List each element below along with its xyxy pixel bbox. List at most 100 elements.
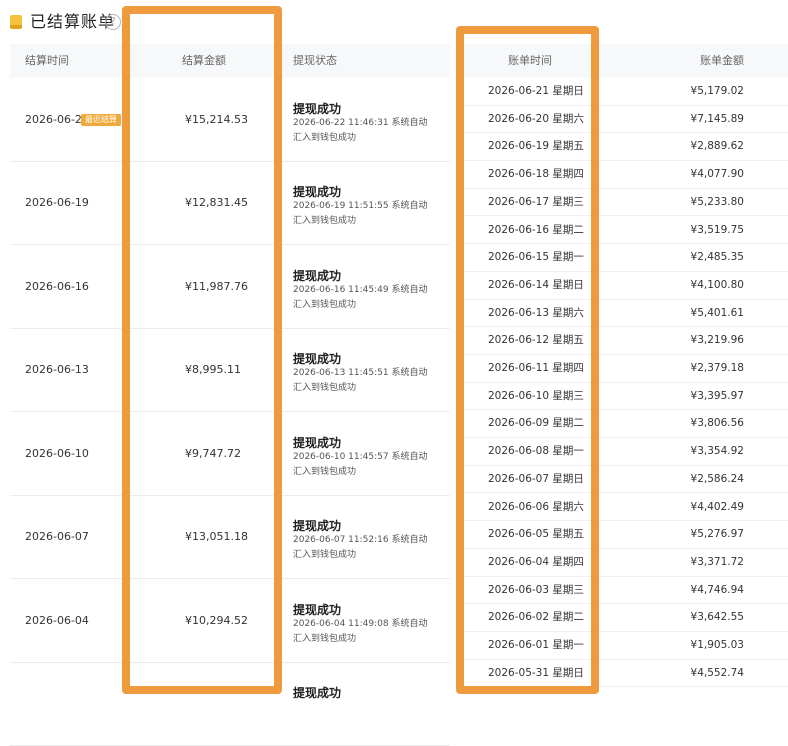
withdraw-status-title: 提现成功 [293, 100, 341, 117]
bill-amount: ¥4,746.94 [691, 577, 744, 604]
bill-date: 2026-06-13 星期六 [488, 300, 584, 327]
table-row: 2026-06-07 星期日 ¥2,586.24 [456, 466, 788, 494]
page-title: 已结算账单 [30, 10, 115, 34]
bill-amount: ¥4,077.90 [691, 161, 744, 188]
settlement-amount: ¥12,831.45 [185, 196, 248, 209]
table-row: 2026-06-03 星期三 ¥4,746.94 [456, 577, 788, 605]
bill-amount: ¥2,586.24 [691, 466, 744, 493]
bill-date: 2026-06-08 星期一 [488, 438, 584, 465]
table-row: 2026-06-10¥9,747.72提现成功2026-06-10 11:45:… [10, 412, 450, 496]
bill-date: 2026-06-06 星期六 [488, 494, 584, 521]
withdraw-status-detail: 2026-06-07 11:52:16 系统自动汇入到钱包成功 [293, 533, 433, 563]
bill-date: 2026-06-09 星期二 [488, 410, 584, 437]
withdraw-status-detail: 2026-06-16 11:45:49 系统自动汇入到钱包成功 [293, 283, 433, 313]
table-row: 2026-06-21 星期日 ¥5,179.02 [456, 78, 788, 106]
bill-date: 2026-06-12 星期五 [488, 327, 584, 354]
bill-date: 2026-06-18 星期四 [488, 161, 584, 188]
bill-amount: ¥3,371.72 [691, 549, 744, 576]
settlement-table-header: 结算时间 结算金额 提现状态 [10, 44, 450, 78]
settlement-date: 2026-06-16 [25, 280, 89, 293]
settlement-amount: ¥11,987.76 [185, 280, 248, 293]
bill-amount: ¥5,233.80 [691, 189, 744, 216]
bill-amount: ¥4,552.74 [691, 660, 744, 687]
bill-icon [10, 15, 22, 29]
table-row: 提现成功 [10, 663, 450, 746]
column-header-bill-time[interactable]: 账单时间 [508, 44, 552, 78]
latest-settlement-badge: 最近结算 [81, 114, 121, 126]
column-header-settlement-time[interactable]: 结算时间 [25, 44, 69, 78]
bill-date: 2026-06-20 星期六 [488, 106, 584, 133]
table-row: 2026-06-09 星期二 ¥3,806.56 [456, 410, 788, 438]
bill-table: 账单时间 账单金额 2026-06-21 星期日¥5,179.022026-06… [456, 44, 788, 696]
withdraw-status-title: 提现成功 [293, 517, 341, 534]
settlement-table: 结算时间 结算金额 提现状态 2026-06-22最近结算¥15,214.53提… [10, 44, 450, 696]
table-row: 2026-06-12 星期五 ¥3,219.96 [456, 327, 788, 355]
bill-amount: ¥3,354.92 [691, 438, 744, 465]
bill-date: 2026-06-03 星期三 [488, 577, 584, 604]
table-row: 2026-06-13 星期六 ¥5,401.61 [456, 300, 788, 328]
bill-amount: ¥5,276.97 [691, 521, 744, 548]
table-row: 2026-06-19 星期五 ¥2,889.62 [456, 133, 788, 161]
table-row: 2026-06-04 星期四 ¥3,371.72 [456, 549, 788, 577]
bill-date: 2026-06-01 星期一 [488, 632, 584, 659]
table-row: 2026-06-17 星期三 ¥5,233.80 [456, 189, 788, 217]
column-header-withdraw-status[interactable]: 提现状态 [293, 44, 337, 78]
bill-amount: ¥3,642.55 [691, 604, 744, 631]
table-row: 2026-06-20 星期六 ¥7,145.89 [456, 106, 788, 134]
table-row: 2026-06-16 星期二¥3,519.75 [456, 217, 788, 245]
table-row: 2026-06-14 星期日 ¥4,100.80 [456, 272, 788, 300]
bill-amount: ¥4,402.49 [691, 494, 744, 521]
settlement-date: 2026-06-07 [25, 530, 89, 543]
column-header-settlement-amount[interactable]: 结算金额 [182, 44, 226, 78]
bill-date: 2026-06-21 星期日 [488, 78, 584, 105]
settlement-date: 2026-06-13 [25, 363, 89, 376]
table-row: 2026-06-19¥12,831.45提现成功2026-06-19 11:51… [10, 162, 450, 246]
bill-amount: ¥3,395.97 [691, 383, 744, 410]
table-row: 2026-06-02 星期二 ¥3,642.55 [456, 604, 788, 632]
bill-amount: ¥5,179.02 [691, 78, 744, 105]
table-row: 2026-06-18 星期四 ¥4,077.90 [456, 161, 788, 189]
withdraw-status-title: 提现成功 [293, 183, 341, 200]
bill-date: 2026-06-14 星期日 [488, 272, 584, 299]
bill-date: 2026-06-11 星期四 [488, 355, 584, 382]
table-row: 2026-06-06 星期六 ¥4,402.49 [456, 494, 788, 522]
bill-amount: ¥3,219.96 [691, 327, 744, 354]
table-row: 2026-06-11 星期四¥2,379.18 [456, 355, 788, 383]
withdraw-status-detail: 2026-06-22 11:46:31 系统自动汇入到钱包成功 [293, 116, 433, 146]
bill-amount: ¥1,905.03 [691, 632, 744, 659]
page-header: 已结算账单 ? [0, 0, 788, 44]
table-row: 2026-06-16¥11,987.76提现成功2026-06-16 11:45… [10, 245, 450, 329]
table-row: 2026-06-01 星期一 ¥1,905.03 [456, 632, 788, 660]
bill-date: 2026-06-10 星期三 [488, 383, 584, 410]
bill-amount: ¥2,485.35 [691, 244, 744, 271]
help-icon[interactable]: ? [105, 14, 121, 30]
bill-date: 2026-06-17 星期三 [488, 189, 584, 216]
settlement-date: 2026-06-19 [25, 196, 89, 209]
table-row: 2026-06-05 星期五¥5,276.97 [456, 521, 788, 549]
settlement-date: 2026-06-04 [25, 614, 89, 627]
withdraw-status-detail: 2026-06-04 11:49:08 系统自动汇入到钱包成功 [293, 617, 433, 647]
bill-date: 2026-06-02 星期二 [488, 604, 584, 631]
bill-amount: ¥2,889.62 [691, 133, 744, 160]
bill-amount: ¥5,401.61 [691, 300, 744, 327]
bill-amount: ¥7,145.89 [691, 106, 744, 133]
table-row: 2026-06-10 星期三 ¥3,395.97 [456, 383, 788, 411]
withdraw-status-title: 提现成功 [293, 434, 341, 451]
bill-date: 2026-06-19 星期五 [488, 133, 584, 160]
withdraw-status-title: 提现成功 [293, 684, 341, 701]
bill-date: 2026-05-31 星期日 [488, 660, 584, 687]
table-row: 2026-06-08 星期一 ¥3,354.92 [456, 438, 788, 466]
bill-date: 2026-06-07 星期日 [488, 466, 584, 493]
bill-date: 2026-06-16 星期二 [488, 217, 584, 244]
bill-amount: ¥3,806.56 [691, 410, 744, 437]
table-row: 2026-06-15 星期一¥2,485.35 [456, 244, 788, 272]
table-row: 2026-05-31 星期日 ¥4,552.74 [456, 660, 788, 688]
bill-date: 2026-06-04 星期四 [488, 549, 584, 576]
bill-amount: ¥4,100.80 [691, 272, 744, 299]
settlement-amount: ¥13,051.18 [185, 530, 248, 543]
column-header-bill-amount[interactable]: 账单金额 [700, 44, 744, 78]
settlement-date: 2026-06-10 [25, 447, 89, 460]
settlement-amount: ¥10,294.52 [185, 614, 248, 627]
withdraw-status-detail: 2026-06-10 11:45:57 系统自动汇入到钱包成功 [293, 450, 433, 480]
table-row: 2026-06-07 ¥13,051.18 提现成功2026-06-07 11:52… [10, 496, 450, 580]
